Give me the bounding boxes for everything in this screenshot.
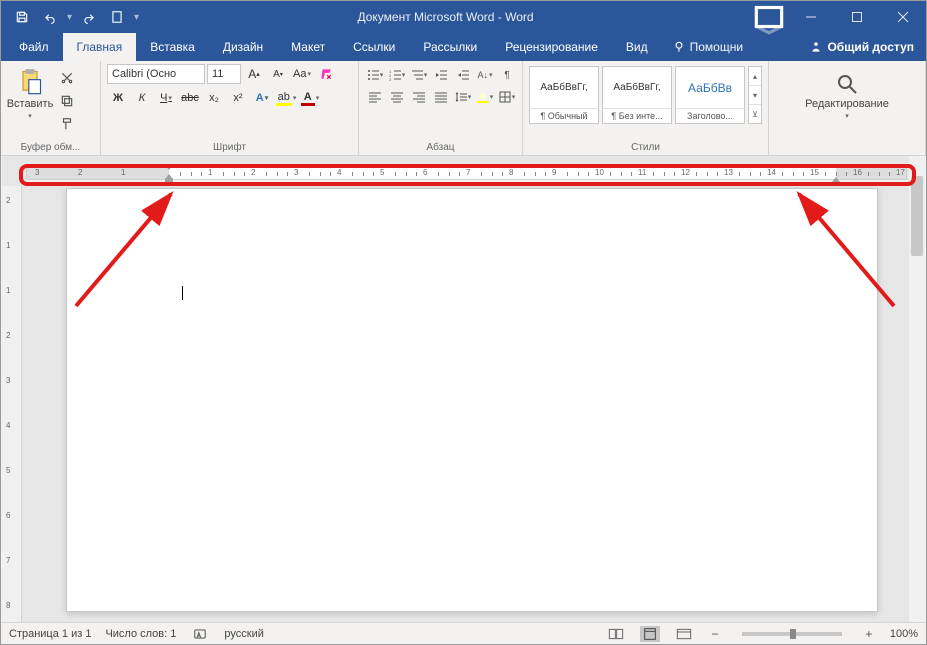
share-button[interactable]: Общий доступ <box>797 33 926 61</box>
status-page[interactable]: Страница 1 из 1 <box>9 628 91 640</box>
shrink-font-icon[interactable]: A▾ <box>267 64 289 84</box>
clear-formatting-icon[interactable] <box>315 64 337 84</box>
clipboard-group-label: Буфер обм... <box>7 142 94 154</box>
justify-icon[interactable] <box>431 88 451 106</box>
svg-text:3: 3 <box>389 77 392 81</box>
proofing-icon[interactable] <box>190 626 210 642</box>
borders-icon[interactable] <box>497 88 517 106</box>
tab-references[interactable]: Ссылки <box>339 33 409 61</box>
styles-scroll-down-icon[interactable]: ▾ <box>749 86 761 105</box>
undo-icon[interactable] <box>37 4 63 30</box>
change-case-icon[interactable]: Aa <box>291 64 313 84</box>
web-layout-icon[interactable] <box>674 626 694 642</box>
tab-view[interactable]: Вид <box>612 33 662 61</box>
increase-indent-icon[interactable] <box>453 66 473 84</box>
style-normal[interactable]: АаБбВвГг, ¶ Обычный <box>529 66 599 124</box>
tab-design[interactable]: Дизайн <box>209 33 277 61</box>
styles-expand-icon[interactable]: ⊻ <box>749 105 761 123</box>
align-right-icon[interactable] <box>409 88 429 106</box>
zoom-in-button[interactable]: + <box>862 627 876 641</box>
minimize-button[interactable] <box>788 1 834 33</box>
zoom-out-button[interactable]: − <box>708 627 722 641</box>
save-icon[interactable] <box>9 4 35 30</box>
font-group-label: Шрифт <box>107 142 352 154</box>
style-heading1[interactable]: АаБбВв Заголово... <box>675 66 745 124</box>
style-preview: АаБбВв <box>676 67 744 108</box>
bullets-icon[interactable] <box>365 66 385 84</box>
tell-me-search[interactable]: Помощни <box>672 40 743 54</box>
new-doc-icon[interactable] <box>104 4 130 30</box>
subscript-button[interactable]: x₂ <box>203 88 225 108</box>
style-name: ¶ Обычный <box>530 108 598 123</box>
scrollbar-thumb[interactable] <box>911 176 923 256</box>
style-preview: АаБбВвГг, <box>603 67 671 108</box>
tell-me-label: Помощни <box>690 40 743 54</box>
paragraph-group-label: Абзац <box>365 142 516 154</box>
styles-scroll-up-icon[interactable]: ▴ <box>749 67 761 86</box>
print-layout-icon[interactable] <box>640 626 660 642</box>
editing-group-label <box>775 142 919 154</box>
editing-button[interactable]: Редактирование ▾ <box>797 64 897 120</box>
font-color-icon[interactable]: A <box>299 88 321 108</box>
style-name: Заголово... <box>676 108 744 123</box>
editing-label: Редактирование <box>805 98 889 110</box>
paste-label: Вставить <box>7 98 54 110</box>
zoom-slider-thumb[interactable] <box>790 629 796 639</box>
vertical-scrollbar[interactable] <box>909 156 925 622</box>
paste-button[interactable]: Вставить ▾ <box>7 64 53 120</box>
qa-customize-dropdown[interactable]: ▾ <box>134 12 139 23</box>
redo-icon[interactable] <box>76 4 102 30</box>
ribbon-display-options-icon[interactable] <box>750 1 788 33</box>
numbering-icon[interactable]: 123 <box>387 66 407 84</box>
shading-icon[interactable] <box>475 88 495 106</box>
text-effects-icon[interactable]: A <box>251 88 273 108</box>
text-cursor <box>182 286 183 300</box>
first-line-indent-marker[interactable] <box>165 165 173 181</box>
zoom-slider[interactable] <box>742 632 842 636</box>
underline-button[interactable]: Ч <box>155 88 177 108</box>
tab-layout[interactable]: Макет <box>277 33 339 61</box>
tab-review[interactable]: Рецензирование <box>491 33 612 61</box>
align-left-icon[interactable] <box>365 88 385 106</box>
sort-icon[interactable]: A↓ <box>475 66 495 84</box>
share-label: Общий доступ <box>827 40 914 54</box>
zoom-level[interactable]: 100% <box>890 628 918 640</box>
font-name-combo[interactable] <box>107 64 205 84</box>
style-preview: АаБбВвГг, <box>530 67 598 108</box>
cut-icon[interactable] <box>57 68 77 88</box>
multilevel-list-icon[interactable] <box>409 66 429 84</box>
copy-icon[interactable] <box>57 91 77 111</box>
strikethrough-button[interactable]: abc <box>179 88 201 108</box>
close-button[interactable] <box>880 1 926 33</box>
grow-font-icon[interactable]: A▴ <box>243 64 265 84</box>
document-page[interactable] <box>66 188 878 612</box>
bold-button[interactable]: Ж <box>107 88 129 108</box>
window-title: Документ Microsoft Word - Word <box>141 10 750 24</box>
italic-button[interactable]: К <box>131 88 153 108</box>
style-no-spacing[interactable]: АаБбВвГг, ¶ Без инте... <box>602 66 672 124</box>
decrease-indent-icon[interactable] <box>431 66 451 84</box>
tab-file[interactable]: Файл <box>5 33 63 61</box>
highlight-color-icon[interactable]: ab <box>275 88 297 108</box>
format-painter-icon[interactable] <box>57 114 77 134</box>
line-spacing-icon[interactable] <box>453 88 473 106</box>
style-name: ¶ Без инте... <box>603 108 671 123</box>
paste-dropdown-icon[interactable]: ▾ <box>28 112 32 120</box>
show-marks-icon[interactable]: ¶ <box>497 66 517 84</box>
qa-dropdown-undo[interactable]: ▾ <box>67 12 72 23</box>
status-language[interactable]: русский <box>224 628 263 640</box>
tab-home[interactable]: Главная <box>63 33 137 61</box>
status-word-count[interactable]: Число слов: 1 <box>105 628 176 640</box>
vertical-ruler[interactable]: 2112345678 <box>2 186 22 622</box>
align-center-icon[interactable] <box>387 88 407 106</box>
tab-mailings[interactable]: Рассылки <box>409 33 491 61</box>
maximize-button[interactable] <box>834 1 880 33</box>
read-mode-icon[interactable] <box>606 626 626 642</box>
styles-group-label: Стили <box>529 142 762 154</box>
font-size-combo[interactable] <box>207 64 241 84</box>
tab-insert[interactable]: Вставка <box>136 33 209 61</box>
horizontal-ruler[interactable]: 3211234567891011121314151617 <box>26 164 907 182</box>
superscript-button[interactable]: x² <box>227 88 249 108</box>
